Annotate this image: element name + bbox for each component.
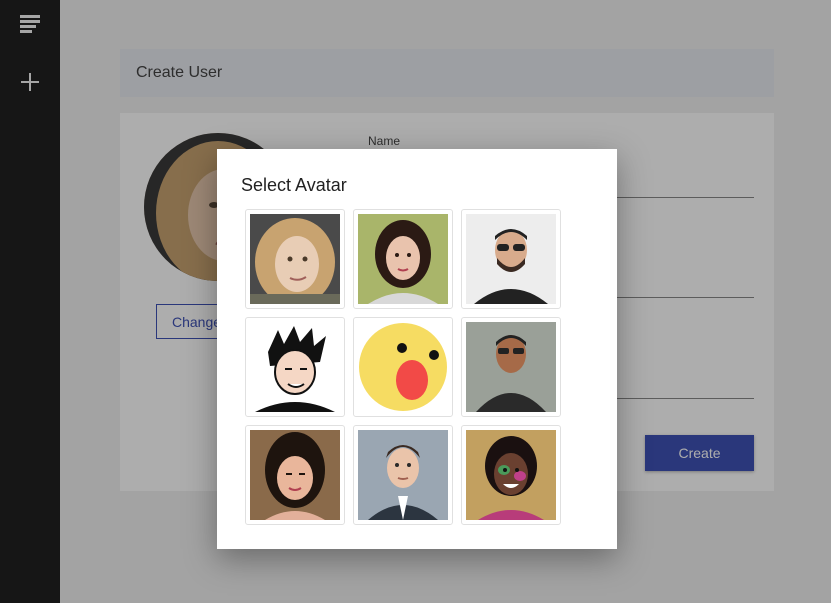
avatar-man-sunglasses-beard [466,214,556,304]
avatar-option-6[interactable] [461,317,561,417]
avatar-option-7[interactable] [245,425,345,525]
avatar-option-2[interactable] [353,209,453,309]
avatar-man-sunglasses-outdoor [466,322,556,412]
avatar-option-4[interactable] [245,317,345,417]
avatar-woman-blonde-curly [250,214,340,304]
avatar-option-1[interactable] [245,209,345,309]
avatar-woman-asian [250,430,340,520]
dialog-title: Select Avatar [241,175,347,195]
avatar-man-suit [358,430,448,520]
avatar-woman-painted-face [466,430,556,520]
avatar-option-3[interactable] [461,209,561,309]
avatar-option-9[interactable] [461,425,561,525]
avatar-woman-dark-hair [358,214,448,304]
avatar-man-cartoon [250,322,340,412]
avatar-grid [245,209,561,525]
avatar-option-5[interactable] [353,317,453,417]
avatar-option-8[interactable] [353,425,453,525]
avatar-emoji-surprised [358,322,448,412]
select-avatar-dialog: Select Avatar [217,149,617,549]
